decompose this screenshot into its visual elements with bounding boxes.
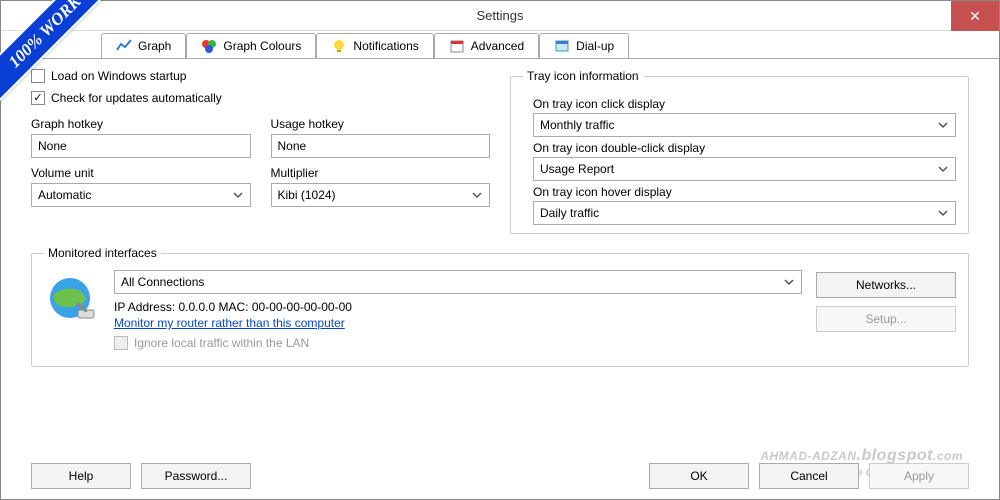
- monitored-interfaces-group: Monitored interfaces All Connections IP …: [31, 246, 969, 367]
- volume-unit-label: Volume unit: [31, 166, 251, 180]
- graph-hotkey-input[interactable]: [31, 134, 251, 158]
- general-options: Load on Windows startup Check for update…: [31, 69, 490, 234]
- tray-click-label: On tray icon click display: [533, 97, 956, 111]
- tab-label: Notifications: [353, 39, 418, 53]
- tray-hover-label: On tray icon hover display: [533, 185, 956, 199]
- help-button[interactable]: Help: [31, 463, 131, 489]
- usage-hotkey-label: Usage hotkey: [271, 117, 491, 131]
- ignore-lan-label: Ignore local traffic within the LAN: [134, 336, 309, 350]
- tab-graph[interactable]: Graph: [101, 33, 186, 58]
- multiplier-select[interactable]: Kibi (1024): [271, 183, 491, 207]
- bulb-icon: [331, 38, 347, 54]
- calendar-icon: [449, 38, 465, 54]
- load-on-startup-label: Load on Windows startup: [51, 69, 186, 83]
- usage-hotkey-input[interactable]: [271, 134, 491, 158]
- tray-double-label: On tray icon double-click display: [533, 141, 956, 155]
- tab-label: Dial-up: [576, 39, 614, 53]
- multiplier-label: Multiplier: [271, 166, 491, 180]
- tray-hover-select[interactable]: Daily traffic: [533, 201, 956, 225]
- volume-unit-select[interactable]: Automatic: [31, 183, 251, 207]
- cancel-button[interactable]: Cancel: [759, 463, 859, 489]
- ip-mac-line: IP Address: 0.0.0.0 MAC: 00-00-00-00-00-…: [114, 300, 802, 314]
- tray-double-select[interactable]: Usage Report: [533, 157, 956, 181]
- apply-button: Apply: [869, 463, 969, 489]
- monitor-router-link[interactable]: Monitor my router rather than this compu…: [114, 316, 345, 330]
- chart-icon: [116, 38, 132, 54]
- tab-advanced[interactable]: Advanced: [434, 33, 539, 58]
- palette-icon: [201, 38, 217, 54]
- tab-bar: Graph Graph Colours Notifications Advanc…: [1, 31, 999, 59]
- ignore-lan-checkbox: [114, 336, 128, 350]
- check-updates-checkbox[interactable]: [31, 91, 45, 105]
- tray-click-select[interactable]: Monthly traffic: [533, 113, 956, 137]
- titlebar: Settings ✕: [1, 1, 999, 31]
- connection-select[interactable]: All Connections: [114, 270, 802, 294]
- tab-label: Graph: [138, 39, 171, 53]
- password-button[interactable]: Password...: [141, 463, 251, 489]
- window-icon: [554, 38, 570, 54]
- networks-button[interactable]: Networks...: [816, 272, 956, 298]
- tab-notifications[interactable]: Notifications: [316, 33, 433, 58]
- setup-button: Setup...: [816, 306, 956, 332]
- load-on-startup-checkbox[interactable]: [31, 69, 45, 83]
- graph-hotkey-label: Graph hotkey: [31, 117, 251, 131]
- globe-icon: [44, 274, 100, 330]
- dialog-footer: Help Password... OK Cancel Apply: [31, 463, 969, 489]
- tab-label: Advanced: [471, 39, 524, 53]
- tab-graph-colours[interactable]: Graph Colours: [186, 33, 316, 58]
- close-button[interactable]: ✕: [951, 1, 999, 31]
- tray-legend: Tray icon information: [523, 69, 643, 83]
- tab-label: Graph Colours: [223, 39, 301, 53]
- window-title: Settings: [477, 8, 524, 23]
- ok-button[interactable]: OK: [649, 463, 749, 489]
- monitored-legend: Monitored interfaces: [44, 246, 161, 260]
- tab-dialup[interactable]: Dial-up: [539, 33, 629, 58]
- check-updates-label: Check for updates automatically: [51, 91, 222, 105]
- tray-icon-group: Tray icon information On tray icon click…: [510, 69, 969, 234]
